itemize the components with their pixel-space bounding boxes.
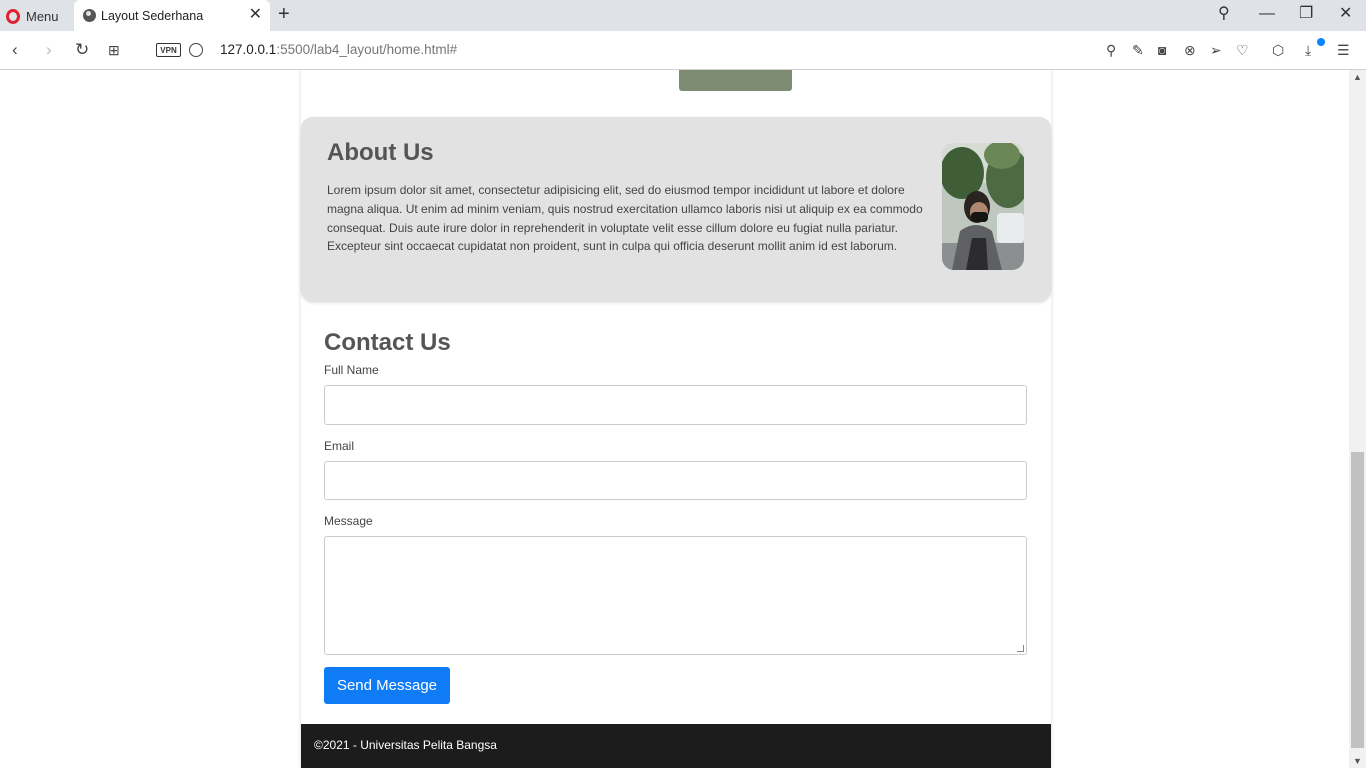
url-host: 127.0.0.1: [220, 42, 277, 57]
new-tab-icon[interactable]: +: [278, 4, 290, 24]
tabs-grid-icon[interactable]: ⊞: [108, 40, 120, 60]
restore-icon[interactable]: ❐: [1299, 5, 1313, 23]
full-name-input[interactable]: [324, 385, 1027, 425]
email-input[interactable]: [324, 461, 1027, 500]
search-icon[interactable]: ⚲: [1106, 41, 1116, 59]
edit-icon[interactable]: ✎: [1132, 41, 1144, 59]
resize-grip-icon[interactable]: [1017, 645, 1024, 652]
send-icon[interactable]: ➢: [1210, 41, 1222, 59]
opera-menu-button[interactable]: Menu: [6, 4, 59, 28]
settings-icon[interactable]: ☰: [1337, 41, 1350, 59]
globe-icon: [83, 9, 96, 22]
send-message-button[interactable]: Send Message: [324, 667, 450, 704]
minimize-icon[interactable]: —: [1259, 5, 1275, 23]
profile-photo: [942, 143, 1024, 270]
about-title: About Us: [327, 139, 434, 166]
site-info-icon[interactable]: [189, 43, 203, 57]
download-badge: [1317, 38, 1325, 46]
full-name-label: Full Name: [324, 363, 379, 377]
scroll-down-icon[interactable]: ▼: [1353, 756, 1362, 766]
close-tab-icon[interactable]: ✕: [249, 7, 262, 23]
scroll-up-icon[interactable]: ▲: [1353, 72, 1362, 82]
email-label: Email: [324, 439, 355, 453]
message-label: Message: [324, 514, 373, 528]
close-window-icon[interactable]: ✕: [1339, 5, 1352, 23]
back-icon[interactable]: ‹: [12, 40, 18, 60]
tab-title: Layout Sederhana: [101, 8, 204, 23]
about-text: Lorem ipsum dolor sit amet, consectetur …: [327, 183, 923, 254]
reload-icon[interactable]: ↻: [75, 40, 89, 60]
page-container: About Us Lorem ipsum dolor sit amet, con…: [301, 70, 1051, 768]
heart-icon[interactable]: ♡: [1236, 41, 1249, 59]
vertical-scrollbar[interactable]: ▲ ▼: [1349, 70, 1366, 768]
search-tabs-icon[interactable]: ⚲: [1218, 5, 1230, 23]
opera-logo-icon: [6, 8, 20, 24]
scrollbar-thumb[interactable]: [1351, 452, 1364, 748]
browser-address-bar: ‹ › ↻ ⊞ VPN 127.0.0.1:5500/lab4_layout/h…: [0, 31, 1366, 70]
forward-icon[interactable]: ›: [46, 40, 52, 60]
close-circle-icon[interactable]: ⊗: [1184, 41, 1196, 59]
browser-tab-active[interactable]: Layout Sederhana ✕: [74, 0, 270, 31]
download-icon[interactable]: ⤓: [1305, 41, 1311, 59]
footer-copyright: ©2021 - Universitas Pelita Bangsa: [314, 738, 497, 752]
menu-label: Menu: [26, 8, 59, 24]
about-section: About Us Lorem ipsum dolor sit amet, con…: [301, 117, 1051, 302]
page-footer: ©2021 - Universitas Pelita Bangsa: [301, 724, 1051, 768]
vpn-badge[interactable]: VPN: [156, 43, 181, 57]
browser-tab-bar: Menu Layout Sederhana ✕ + ⚲ — ❐ ✕: [0, 0, 1366, 31]
top-section-button[interactable]: [679, 70, 792, 91]
url-path: :5500/lab4_layout/home.html#: [276, 42, 458, 57]
cube-icon[interactable]: ⬡: [1272, 41, 1284, 59]
contact-section: Contact Us Full Name Email Message Send …: [301, 302, 1051, 724]
contact-title: Contact Us: [324, 329, 451, 356]
message-textarea[interactable]: [324, 536, 1027, 655]
url-field[interactable]: 127.0.0.1:5500/lab4_layout/home.html#: [220, 42, 457, 57]
photo-image: [942, 143, 1024, 270]
camera-icon[interactable]: ◙: [1158, 41, 1166, 59]
page-viewport: About Us Lorem ipsum dolor sit amet, con…: [0, 70, 1349, 768]
